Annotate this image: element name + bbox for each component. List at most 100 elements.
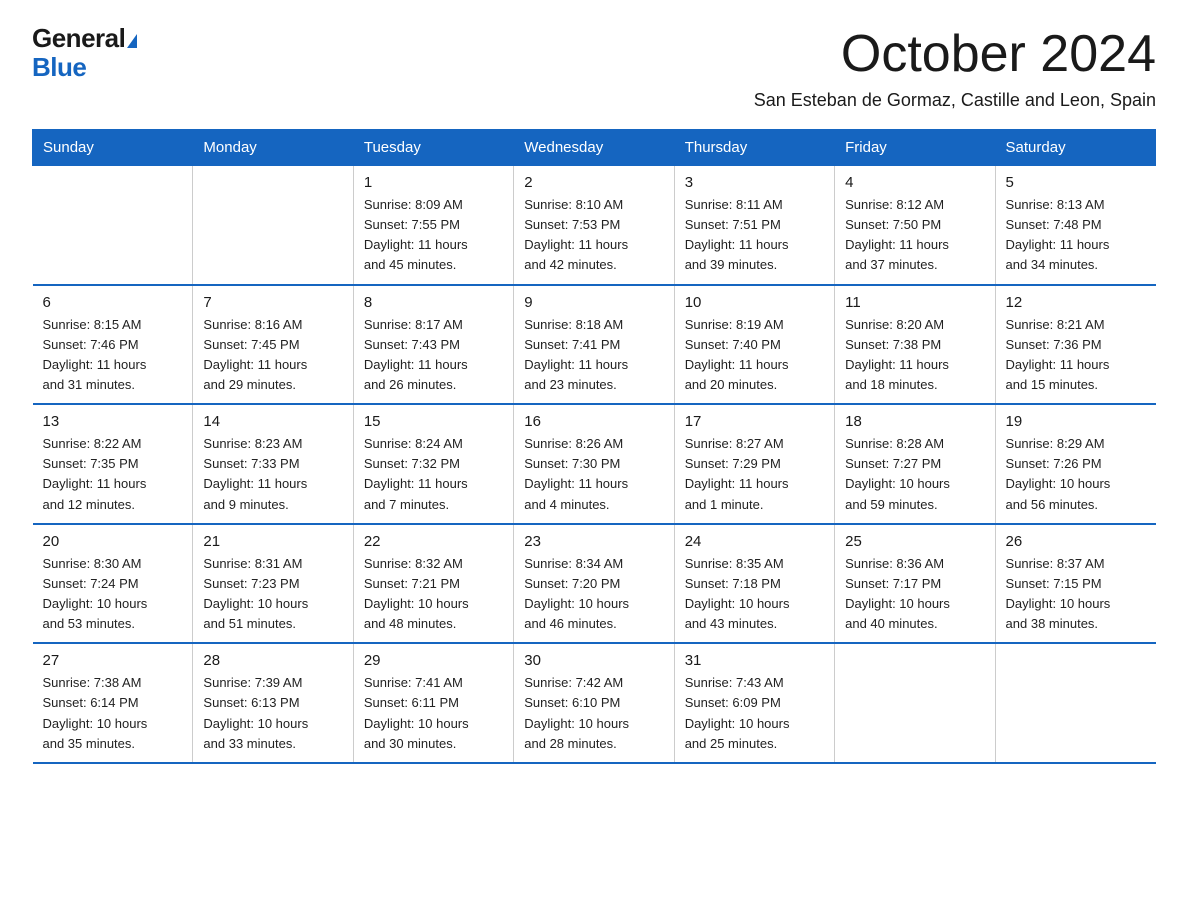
page-title: October 2024 [841, 24, 1156, 84]
logo: General Blue [32, 24, 137, 81]
logo-blue-text: Blue [32, 53, 86, 82]
calendar-cell: 4 Sunrise: 8:12 AMSunset: 7:50 PMDaylight… [835, 166, 995, 285]
calendar-week-row: 6Sunrise: 8:15 AMSunset: 7:46 PMDaylight… [33, 285, 1156, 405]
calendar-cell: 5 Sunrise: 8:13 AMSunset: 7:48 PMDaylight… [995, 166, 1155, 285]
calendar-cell: 11 Sunrise: 8:20 AMSunset: 7:38 PMDayligh… [835, 285, 995, 405]
calendar-cell: 31 Sunrise: 7:43 AMSunset: 6:09 PMDayligh… [674, 643, 834, 763]
day-number: 13 [43, 413, 183, 430]
calendar-cell: 26 Sunrise: 8:37 AMSunset: 7:15 PMDayligh… [995, 524, 1155, 644]
day-of-week-header: Wednesday [514, 130, 674, 166]
day-info: Sunrise: 8:26 AMSunset: 7:30 PMDaylight:… [524, 434, 663, 515]
calendar-cell: 30 Sunrise: 7:42 AMSunset: 6:10 PMDayligh… [514, 643, 674, 763]
day-of-week-header: Sunday [33, 130, 193, 166]
calendar-cell: 24 Sunrise: 8:35 AMSunset: 7:18 PMDayligh… [674, 524, 834, 644]
day-number: 11 [845, 294, 984, 311]
calendar-cell: 13 Sunrise: 8:22 AMSunset: 7:35 PMDayligh… [33, 404, 193, 524]
day-info: Sunrise: 8:24 AMSunset: 7:32 PMDaylight:… [364, 434, 503, 515]
calendar-cell: 23Sunrise: 8:34 AMSunset: 7:20 PMDayligh… [514, 524, 674, 644]
calendar-cell: 10 Sunrise: 8:19 AMSunset: 7:40 PMDayligh… [674, 285, 834, 405]
day-number: 3 [685, 174, 824, 191]
day-number: 24 [685, 533, 824, 550]
calendar-cell: 6Sunrise: 8:15 AMSunset: 7:46 PMDaylight… [33, 285, 193, 405]
day-info: Sunrise: 7:39 AMSunset: 6:13 PMDaylight:… [203, 673, 342, 754]
calendar-cell [193, 166, 353, 285]
day-info: Sunrise: 7:41 AMSunset: 6:11 PMDaylight:… [364, 673, 503, 754]
day-number: 16 [524, 413, 663, 430]
day-number: 10 [685, 294, 824, 311]
calendar-cell: 2 Sunrise: 8:10 AMSunset: 7:53 PMDaylight… [514, 166, 674, 285]
calendar-table: SundayMondayTuesdayWednesdayThursdayFrid… [32, 129, 1156, 764]
calendar-cell: 7Sunrise: 8:16 AMSunset: 7:45 PMDaylight… [193, 285, 353, 405]
calendar-cell: 25Sunrise: 8:36 AMSunset: 7:17 PMDayligh… [835, 524, 995, 644]
calendar-cell: 17Sunrise: 8:27 AMSunset: 7:29 PMDayligh… [674, 404, 834, 524]
day-number: 14 [203, 413, 342, 430]
day-info: Sunrise: 8:27 AMSunset: 7:29 PMDaylight:… [685, 434, 824, 515]
calendar-cell: 22Sunrise: 8:32 AMSunset: 7:21 PMDayligh… [353, 524, 513, 644]
calendar-cell: 8Sunrise: 8:17 AMSunset: 7:43 PMDaylight… [353, 285, 513, 405]
day-info: Sunrise: 8:12 AMSunset: 7:50 PMDaylight:… [845, 195, 984, 276]
day-info: Sunrise: 8:20 AMSunset: 7:38 PMDaylight:… [845, 315, 984, 396]
calendar-week-row: 27Sunrise: 7:38 AMSunset: 6:14 PMDayligh… [33, 643, 1156, 763]
calendar-cell: 9 Sunrise: 8:18 AMSunset: 7:41 PMDaylight… [514, 285, 674, 405]
day-info: Sunrise: 7:43 AMSunset: 6:09 PMDaylight:… [685, 673, 824, 754]
calendar-cell: 20Sunrise: 8:30 AMSunset: 7:24 PMDayligh… [33, 524, 193, 644]
day-of-week-header: Saturday [995, 130, 1155, 166]
day-number: 9 [524, 294, 663, 311]
day-number: 2 [524, 174, 663, 191]
day-number: 29 [364, 652, 503, 669]
day-info: Sunrise: 8:18 AMSunset: 7:41 PMDaylight:… [524, 315, 663, 396]
day-info: Sunrise: 8:28 AMSunset: 7:27 PMDaylight:… [845, 434, 984, 515]
day-number: 19 [1006, 413, 1146, 430]
day-info: Sunrise: 8:09 AMSunset: 7:55 PMDaylight:… [364, 195, 503, 276]
day-number: 25 [845, 533, 984, 550]
calendar-cell: 18 Sunrise: 8:28 AMSunset: 7:27 PMDayligh… [835, 404, 995, 524]
day-number: 8 [364, 294, 503, 311]
day-info: Sunrise: 8:34 AMSunset: 7:20 PMDaylight:… [524, 554, 663, 635]
day-number: 27 [43, 652, 183, 669]
day-info: Sunrise: 8:21 AMSunset: 7:36 PMDaylight:… [1006, 315, 1146, 396]
day-number: 21 [203, 533, 342, 550]
day-info: Sunrise: 8:37 AMSunset: 7:15 PMDaylight:… [1006, 554, 1146, 635]
day-info: Sunrise: 8:29 AMSunset: 7:26 PMDaylight:… [1006, 434, 1146, 515]
day-number: 30 [524, 652, 663, 669]
calendar-week-row: 13 Sunrise: 8:22 AMSunset: 7:35 PMDayligh… [33, 404, 1156, 524]
calendar-cell: 28 Sunrise: 7:39 AMSunset: 6:13 PMDayligh… [193, 643, 353, 763]
day-number: 20 [43, 533, 183, 550]
day-number: 18 [845, 413, 984, 430]
day-info: Sunrise: 8:19 AMSunset: 7:40 PMDaylight:… [685, 315, 824, 396]
calendar-body: 1 Sunrise: 8:09 AMSunset: 7:55 PMDaylight… [33, 166, 1156, 763]
day-number: 4 [845, 174, 984, 191]
calendar-cell: 16 Sunrise: 8:26 AMSunset: 7:30 PMDayligh… [514, 404, 674, 524]
logo-general-text: General [32, 23, 125, 53]
day-number: 26 [1006, 533, 1146, 550]
calendar-header: SundayMondayTuesdayWednesdayThursdayFrid… [33, 130, 1156, 166]
calendar-cell: 27Sunrise: 7:38 AMSunset: 6:14 PMDayligh… [33, 643, 193, 763]
day-of-week-header: Thursday [674, 130, 834, 166]
day-number: 12 [1006, 294, 1146, 311]
day-number: 28 [203, 652, 342, 669]
calendar-cell: 29 Sunrise: 7:41 AMSunset: 6:11 PMDayligh… [353, 643, 513, 763]
page-header: General Blue October 2024 [32, 24, 1156, 84]
days-of-week-row: SundayMondayTuesdayWednesdayThursdayFrid… [33, 130, 1156, 166]
day-info: Sunrise: 8:13 AMSunset: 7:48 PMDaylight:… [1006, 195, 1146, 276]
calendar-cell [995, 643, 1155, 763]
day-info: Sunrise: 8:23 AMSunset: 7:33 PMDaylight:… [203, 434, 342, 515]
day-number: 15 [364, 413, 503, 430]
day-info: Sunrise: 8:32 AMSunset: 7:21 PMDaylight:… [364, 554, 503, 635]
day-info: Sunrise: 8:10 AMSunset: 7:53 PMDaylight:… [524, 195, 663, 276]
day-info: Sunrise: 8:31 AMSunset: 7:23 PMDaylight:… [203, 554, 342, 635]
page-subtitle: San Esteban de Gormaz, Castille and Leon… [32, 90, 1156, 111]
calendar-cell [33, 166, 193, 285]
day-info: Sunrise: 8:15 AMSunset: 7:46 PMDaylight:… [43, 315, 183, 396]
calendar-cell: 15 Sunrise: 8:24 AMSunset: 7:32 PMDayligh… [353, 404, 513, 524]
day-number: 31 [685, 652, 824, 669]
calendar-cell: 12 Sunrise: 8:21 AMSunset: 7:36 PMDayligh… [995, 285, 1155, 405]
day-number: 1 [364, 174, 503, 191]
day-number: 5 [1006, 174, 1146, 191]
day-info: Sunrise: 8:11 AMSunset: 7:51 PMDaylight:… [685, 195, 824, 276]
day-info: Sunrise: 8:35 AMSunset: 7:18 PMDaylight:… [685, 554, 824, 635]
day-info: Sunrise: 8:22 AMSunset: 7:35 PMDaylight:… [43, 434, 183, 515]
day-info: Sunrise: 7:42 AMSunset: 6:10 PMDaylight:… [524, 673, 663, 754]
day-of-week-header: Tuesday [353, 130, 513, 166]
calendar-cell [835, 643, 995, 763]
